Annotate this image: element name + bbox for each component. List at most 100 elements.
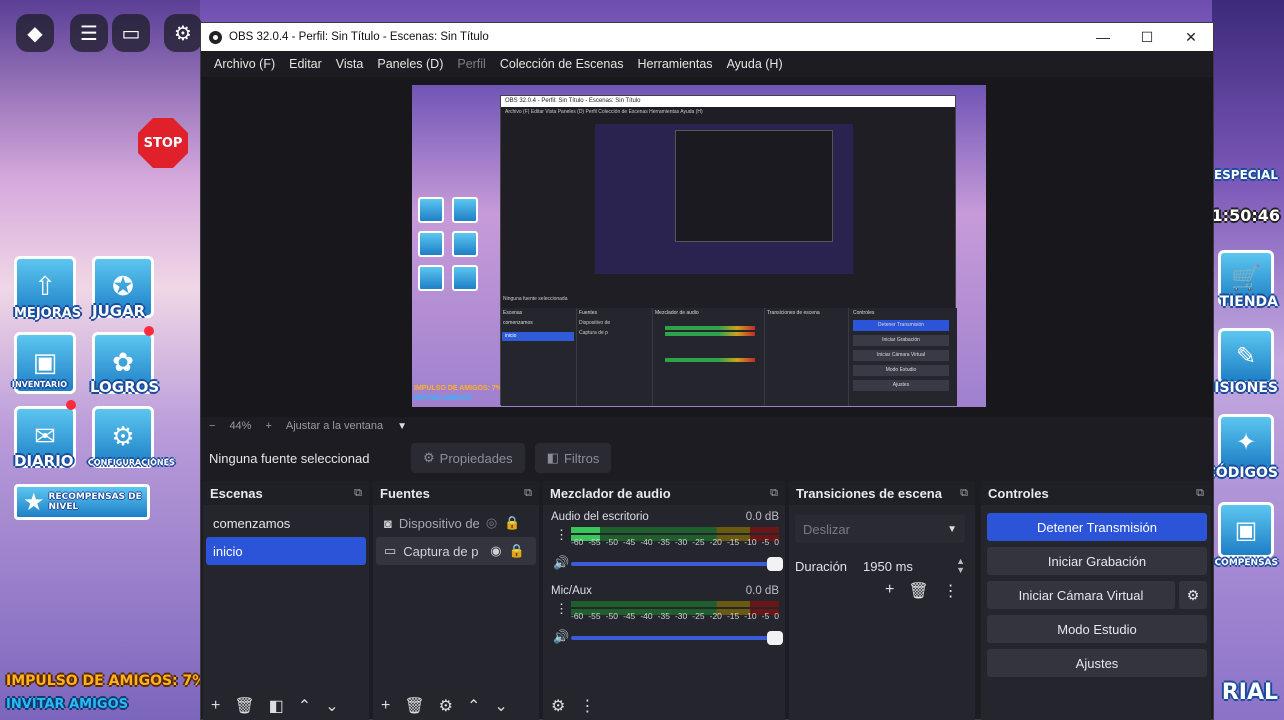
zoom-out-button[interactable]: − bbox=[209, 420, 215, 432]
close-button[interactable]: ✕ bbox=[1169, 29, 1213, 46]
chat-icon[interactable]: ▭ bbox=[112, 14, 150, 52]
more-icon[interactable]: ⋮ bbox=[555, 527, 568, 543]
meter-tick-label: -55 bbox=[588, 611, 601, 621]
slider-knob[interactable] bbox=[767, 631, 783, 645]
speaker-icon[interactable]: 🔊 bbox=[553, 555, 569, 571]
float-dock-icon[interactable]: ⧉ bbox=[960, 487, 968, 500]
scene-label: inicio bbox=[213, 543, 243, 559]
invitar-link[interactable]: INVITAR AMIGOS bbox=[6, 697, 128, 712]
maximize-button[interactable]: ☐ bbox=[1125, 29, 1169, 46]
preview-nosel: Ninguna fuente seleccionada bbox=[503, 296, 568, 302]
start-record-button[interactable]: Iniciar Grabación bbox=[987, 547, 1207, 575]
settings-button[interactable]: Ajustes bbox=[987, 649, 1207, 677]
scene-item[interactable]: comenzamos bbox=[206, 509, 366, 537]
meter-tick-label: -55 bbox=[588, 537, 601, 547]
float-dock-icon[interactable]: ⧉ bbox=[1196, 487, 1204, 500]
float-dock-icon[interactable]: ⧉ bbox=[354, 487, 362, 500]
zoom-level: 44% bbox=[229, 420, 252, 432]
more-icon[interactable]: ⋮ bbox=[943, 581, 959, 601]
menu-ayuda[interactable]: Ayuda (H) bbox=[720, 57, 790, 71]
roblox-logo-icon[interactable]: ◆ bbox=[16, 14, 54, 52]
menu-coleccion-escenas[interactable]: Colección de Escenas bbox=[493, 57, 631, 71]
minimize-button[interactable]: — bbox=[1081, 29, 1125, 45]
arrow-up-icon[interactable]: ⌃ bbox=[298, 696, 311, 716]
meter-tick-label: -20 bbox=[709, 537, 722, 547]
trash-icon[interactable]: 🗑 bbox=[234, 696, 254, 716]
volume-slider[interactable] bbox=[571, 631, 783, 645]
menu-editar[interactable]: Editar bbox=[282, 57, 329, 71]
preview-area[interactable]: IMPULSO DE AMIGOS: 7% INVITAR AMIGOS OBS… bbox=[201, 77, 1213, 417]
menu-paneles[interactable]: Paneles (D) bbox=[370, 57, 450, 71]
lock-icon[interactable]: 🔒 bbox=[509, 543, 525, 559]
eye-icon[interactable]: ◉ bbox=[490, 543, 501, 559]
menu-archivo[interactable]: Archivo (F) bbox=[207, 57, 282, 71]
menu-icon[interactable]: ☰ bbox=[70, 14, 108, 52]
more-icon[interactable]: ⋮ bbox=[579, 696, 595, 716]
float-dock-icon[interactable]: ⧉ bbox=[524, 487, 532, 500]
add-icon[interactable]: + bbox=[381, 697, 390, 715]
scene-item[interactable]: inicio bbox=[206, 537, 366, 565]
sources-header: Fuentes ⧉ bbox=[373, 481, 539, 505]
eye-hidden-icon[interactable]: ◎ bbox=[486, 515, 497, 531]
virtual-camera-settings-button[interactable]: ⚙ bbox=[1179, 581, 1207, 609]
source-item[interactable]: ◙ Dispositivo de ◎ 🔒 bbox=[376, 509, 536, 537]
menu-herramientas[interactable]: Herramientas bbox=[631, 57, 720, 71]
duration-input[interactable]: 1950 ms ▲ ▼ bbox=[859, 553, 970, 579]
recompensas-tile-icon[interactable]: ▣ bbox=[1218, 502, 1274, 558]
transition-select[interactable]: Deslizar ▼ bbox=[795, 515, 965, 543]
arrow-down-icon[interactable]: ⌄ bbox=[494, 696, 507, 716]
preview-panels: Escenas comenzamos inicio Fuentes Dispos… bbox=[501, 308, 957, 406]
meter-tick-label: -5 bbox=[761, 611, 770, 621]
codigos-tile-icon[interactable]: ✦ bbox=[1218, 414, 1274, 470]
recompensas-label: RECOMPENSAS DE NIVEL bbox=[48, 492, 142, 512]
filter-icon: ◧ bbox=[546, 450, 559, 465]
menu-vista[interactable]: Vista bbox=[329, 57, 371, 71]
virtual-camera-button[interactable]: Iniciar Cámara Virtual bbox=[987, 581, 1175, 609]
meter-tick-label: -10 bbox=[744, 537, 757, 547]
more-icon[interactable]: ⋮ bbox=[555, 601, 568, 617]
meter-tick-label: -60 bbox=[571, 537, 584, 547]
preview-studio: Modo Estudio bbox=[853, 365, 949, 376]
filter-icon[interactable]: ◧ bbox=[269, 696, 284, 716]
zoom-in-button[interactable]: + bbox=[265, 420, 271, 432]
mixer-header: Mezclador de audio ⧉ bbox=[543, 481, 785, 505]
transitions-title: Transiciones de escena bbox=[796, 485, 942, 501]
meter-tick-label: -20 bbox=[709, 611, 722, 621]
advanced-audio-icon[interactable]: ⚙ bbox=[551, 696, 565, 716]
add-icon[interactable]: + bbox=[211, 697, 220, 715]
settings-gear-icon[interactable]: ⚙ bbox=[164, 14, 202, 52]
preview-sources-title: Fuentes bbox=[579, 310, 598, 316]
misiones-tile-icon[interactable]: ✎ bbox=[1218, 328, 1274, 384]
logros-label: LOGROS bbox=[90, 378, 160, 396]
studio-mode-button[interactable]: Modo Estudio bbox=[987, 615, 1207, 643]
preview-meter bbox=[665, 326, 755, 330]
trash-icon[interactable]: 🗑 bbox=[404, 696, 424, 716]
add-icon[interactable]: + bbox=[885, 581, 894, 601]
arrow-up-icon[interactable]: ⌃ bbox=[467, 696, 480, 716]
channel-name: Mic/Aux bbox=[551, 585, 592, 597]
duration-row: Duración 1950 ms ▲ ▼ bbox=[795, 553, 970, 579]
slider-knob[interactable] bbox=[767, 557, 783, 571]
recompensas-banner[interactable]: ★ RECOMPENSAS DE NIVEL bbox=[14, 484, 150, 520]
properties-button[interactable]: ⚙ Propiedades bbox=[411, 443, 525, 473]
meter-tick-label: -25 bbox=[692, 611, 705, 621]
diario-label: DIARIO bbox=[14, 452, 74, 470]
mejoras-label: MEJORAS bbox=[14, 306, 82, 321]
trash-icon[interactable]: 🗑 bbox=[908, 581, 928, 601]
fit-window-label[interactable]: Ajustar a la ventana bbox=[286, 420, 383, 432]
lock-icon[interactable]: 🔒 bbox=[504, 515, 520, 531]
source-label: Captura de p bbox=[403, 543, 479, 559]
source-item[interactable]: ▭ Captura de p ◉ 🔒 bbox=[376, 537, 536, 565]
float-dock-icon[interactable]: ⧉ bbox=[770, 487, 778, 500]
arrow-down-icon[interactable]: ⌄ bbox=[325, 696, 338, 716]
preview-canvas[interactable]: IMPULSO DE AMIGOS: 7% INVITAR AMIGOS OBS… bbox=[412, 85, 986, 407]
speaker-icon[interactable]: 🔊 bbox=[553, 629, 569, 645]
chevron-down-icon[interactable]: ▼ bbox=[397, 421, 407, 432]
stop-stream-button[interactable]: Detener Transmisión bbox=[987, 513, 1207, 541]
spinner-icon[interactable]: ▲ ▼ bbox=[956, 557, 965, 575]
volume-slider[interactable] bbox=[571, 557, 783, 571]
filters-button[interactable]: ◧ Filtros bbox=[534, 443, 612, 473]
menu-perfil: Perfil bbox=[457, 57, 486, 71]
gear-icon[interactable]: ⚙ bbox=[439, 696, 453, 716]
controls-header: Controles ⧉ bbox=[981, 481, 1211, 505]
